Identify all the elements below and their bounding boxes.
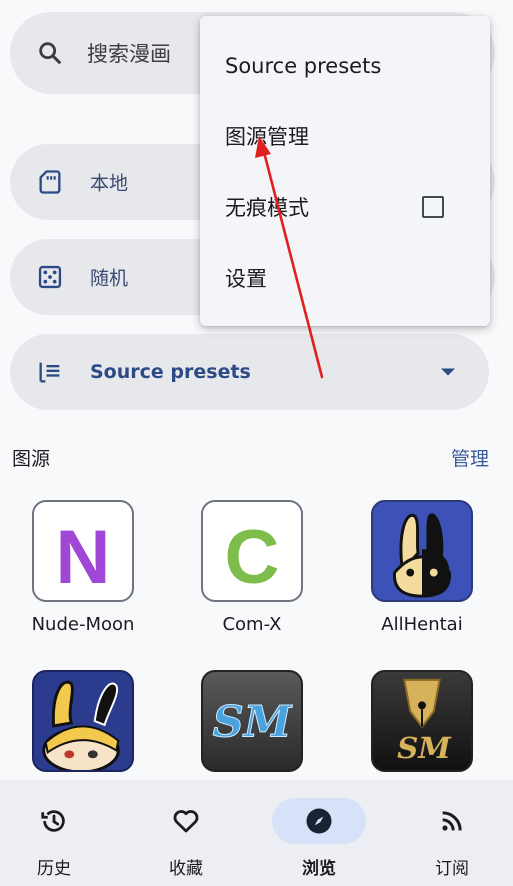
heart-icon xyxy=(139,798,233,844)
presets-dropdown[interactable]: Source presets xyxy=(10,334,489,410)
nav-subscriptions[interactable]: 订阅 xyxy=(388,780,513,886)
search-icon xyxy=(36,39,64,67)
nav-favorites[interactable]: 收藏 xyxy=(122,780,250,886)
history-icon xyxy=(7,798,101,844)
overflow-menu: Source presets 图源管理 无痕模式 设置 xyxy=(200,16,490,326)
source-name: Com-X xyxy=(222,614,282,635)
section-title: 图源 xyxy=(12,448,51,470)
nav-browse[interactable]: 浏览 xyxy=(255,780,383,886)
menu-item-label: 设置 xyxy=(225,267,267,291)
source-item[interactable]: SM xyxy=(352,670,492,784)
presets-label: Source presets xyxy=(90,361,251,383)
sd-card-icon xyxy=(36,168,64,196)
source-icon: C xyxy=(201,500,303,602)
dice-icon xyxy=(36,263,64,291)
source-letter: N xyxy=(55,515,111,600)
menu-item-settings[interactable]: 设置 xyxy=(200,243,490,313)
menu-item-incognito[interactable]: 无痕模式 xyxy=(200,172,490,242)
menu-item-source-management[interactable]: 图源管理 xyxy=(200,101,490,171)
manage-link[interactable]: 管理 xyxy=(451,444,489,471)
nav-history[interactable]: 历史 xyxy=(0,780,118,886)
sm-logo-icon: SM xyxy=(201,670,303,772)
list-icon xyxy=(36,358,64,386)
source-icon: N xyxy=(32,500,134,602)
pen-logo-icon: SM xyxy=(371,670,473,772)
source-item[interactable] xyxy=(13,670,153,784)
nav-history-label: 历史 xyxy=(37,859,71,879)
nav-subscriptions-label: 订阅 xyxy=(435,859,469,879)
search-placeholder: 搜索漫画 xyxy=(87,42,171,66)
incognito-checkbox[interactable] xyxy=(422,196,444,218)
source-item[interactable]: AllHentai xyxy=(352,500,492,635)
anime-girl-logo-icon xyxy=(32,670,134,772)
source-item[interactable]: SM xyxy=(182,670,322,784)
svg-text:SM: SM xyxy=(213,698,293,748)
rss-icon xyxy=(405,798,499,844)
local-label: 本地 xyxy=(90,172,129,195)
bottom-navigation: 历史 收藏 浏览 订阅 xyxy=(0,780,513,886)
menu-item-label: Source presets xyxy=(225,54,382,78)
menu-item-label: 图源管理 xyxy=(225,125,309,149)
nav-browse-label: 浏览 xyxy=(302,859,336,879)
menu-item-source-presets[interactable]: Source presets xyxy=(200,31,490,101)
menu-item-label: 无痕模式 xyxy=(225,196,309,220)
nav-favorites-label: 收藏 xyxy=(169,859,203,879)
source-item[interactable]: N Nude-Moon xyxy=(13,500,153,635)
source-item[interactable]: C Com-X xyxy=(182,500,322,635)
source-letter: C xyxy=(224,515,280,600)
svg-text:SM: SM xyxy=(397,730,452,765)
source-name: AllHentai xyxy=(381,614,463,635)
random-label: 随机 xyxy=(90,267,129,290)
source-name: Nude-Moon xyxy=(31,614,135,635)
rabbit-logo-icon xyxy=(371,500,473,602)
compass-icon xyxy=(272,798,366,844)
chevron-down-icon xyxy=(441,368,455,376)
